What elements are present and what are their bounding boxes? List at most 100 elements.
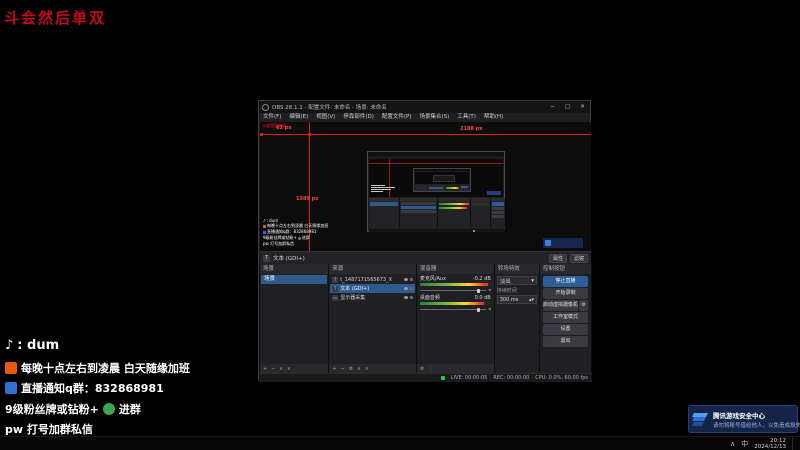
virtual-camera-gear-icon[interactable]: ⚙ <box>579 300 588 311</box>
volume-meter <box>420 302 491 305</box>
duration-label: 持续时间 <box>497 287 537 294</box>
captured-obs-window-level2 <box>413 168 471 192</box>
captured-titlebar-level2 <box>414 169 470 171</box>
menu-file[interactable]: 文件(F) <box>259 113 285 122</box>
add-source-button[interactable]: + <box>332 366 336 372</box>
mixer-channel: 麦克风/Aux -0.2 dB ◄ <box>420 276 491 292</box>
taskbar-clock[interactable]: 20:12 2024/12/13 <box>754 438 786 450</box>
lock-icon[interactable] <box>410 296 413 299</box>
desktop: 斗会然后单双 ♪ : dum 每晚十点左右到凌晨 白天随缘加班 直播通知q群：8… <box>0 0 800 450</box>
mixer-gear-icon[interactable]: ⚙ <box>420 366 424 372</box>
preview-canvas[interactable]: 斗会然后单双 62 px 2188 px 1389 px <box>260 122 591 251</box>
selected-source-name: 文本 (GDI+) <box>273 254 305 262</box>
transform-handle[interactable] <box>308 133 311 136</box>
source-properties-gear-icon[interactable]: ⚙ <box>349 366 353 372</box>
transform-handle[interactable] <box>260 133 263 136</box>
transition-select[interactable]: 淡出 ▾ <box>497 276 537 285</box>
channel-name: 桌面音频 <box>420 295 440 301</box>
visibility-eye-icon[interactable] <box>404 278 408 281</box>
source-type-icon: T <box>332 277 338 283</box>
mixer-dock-title: 混音器 <box>417 264 494 274</box>
overlay-schedule-line: 每晚十点左右到凌晨 白天随缘加班 <box>5 360 190 376</box>
stop-streaming-button[interactable]: 停止直播 <box>543 276 588 287</box>
lock-icon[interactable] <box>410 287 413 290</box>
overlay-music-handle: : dum <box>17 338 59 353</box>
exit-button[interactable]: 退出 <box>543 336 588 347</box>
captured-panel <box>460 185 469 191</box>
settings-button[interactable]: 设置 <box>543 324 588 335</box>
scene-up-button[interactable]: ∧ <box>279 366 283 372</box>
offset-measure-label: 62 px <box>276 125 292 131</box>
source-type-icon: ▭ <box>332 295 338 301</box>
close-button[interactable]: ✕ <box>575 101 590 113</box>
menu-help[interactable]: 帮助(H) <box>480 113 507 122</box>
captured-overlay-text-bars <box>371 185 395 193</box>
toast-title: 腾讯游戏安全中心 <box>713 410 800 420</box>
studio-mode-button[interactable]: 工作室模式 <box>543 312 588 323</box>
tencent-logo-icon <box>693 413 709 426</box>
remove-scene-button[interactable]: − <box>271 366 275 372</box>
source-up-button[interactable]: ∧ <box>357 366 361 372</box>
source-item[interactable]: T t_1487171565673_X <box>330 275 415 284</box>
captured-scenes-panel <box>369 198 399 228</box>
scene-item[interactable]: 场景 <box>261 275 327 284</box>
show-desktop-button[interactable] <box>792 437 795 450</box>
duration-spinner[interactable]: 300 ms ▴▾ <box>497 295 537 304</box>
overlay-fans-line: 9级粉丝牌或钻粉+ 进群 <box>5 401 141 417</box>
tencent-security-toast[interactable]: 腾讯游戏安全中心 请勿将账号借给他人，以免造成损失 <box>688 405 798 433</box>
captured-meter <box>446 187 459 189</box>
menu-scene-collection[interactable]: 场景集合(S) <box>415 113 453 122</box>
start-virtual-camera-button[interactable]: 启动虚拟摄像机 <box>543 300 578 311</box>
visibility-eye-icon[interactable] <box>404 296 408 299</box>
sources-dock-title: 来源 <box>329 264 416 274</box>
speaker-icon[interactable]: ◄ <box>488 288 491 292</box>
obs-logo-icon <box>262 104 269 111</box>
lock-icon[interactable] <box>410 278 413 281</box>
obs-menubar: 文件(F) 编辑(E) 视图(V) 停靠部件(D) 配置文件(P) 场景集合(S… <box>259 113 590 122</box>
visibility-eye-icon[interactable] <box>404 287 408 290</box>
obs-titlebar[interactable]: OBS 28.1.1 - 配置文件: 未命名 - 场景: 未命名 ─ □ ✕ <box>259 101 590 113</box>
properties-button[interactable]: 属性 <box>549 254 567 263</box>
ime-indicator[interactable]: 中 <box>741 437 748 450</box>
overlay-fans-prefix: 9级粉丝牌或钻粉+ <box>5 401 99 417</box>
text-source-icon: T <box>263 255 270 262</box>
mixer-more-icon[interactable]: ⋮ <box>428 366 433 372</box>
volume-slider[interactable] <box>420 290 486 291</box>
captured-guide-h <box>369 163 503 164</box>
sources-dock: 来源 T t_1487171565673_X T 文本 (GDI+) <box>329 264 416 373</box>
live-timer: LIVE: 00:00:05 <box>451 375 488 381</box>
remove-source-button[interactable]: − <box>340 366 344 372</box>
captured-panel <box>428 185 445 191</box>
source-item[interactable]: T 文本 (GDI+) <box>330 284 415 293</box>
captured-preview-level2 <box>415 172 469 184</box>
music-note-icon: ♪ <box>5 338 13 353</box>
source-down-button[interactable]: ∨ <box>365 366 369 372</box>
source-item[interactable]: ▭ 显示器采集 <box>330 293 415 302</box>
spinner-arrows-icon[interactable]: ▴▾ <box>529 297 534 303</box>
scene-down-button[interactable]: ∨ <box>287 366 291 372</box>
captured-obs-window <box>367 151 505 232</box>
menu-view[interactable]: 视图(V) <box>312 113 339 122</box>
minimize-button[interactable]: ─ <box>545 101 560 113</box>
menu-profile[interactable]: 配置文件(P) <box>378 113 416 122</box>
add-scene-button[interactable]: + <box>263 366 267 372</box>
dock-area: 场景 场景 + − ∧ ∨ 来源 T t_1487171565673_X <box>259 264 592 373</box>
menu-docks[interactable]: 停靠部件(D) <box>339 113 378 122</box>
taskbar: ∧ 中 20:12 2024/12/13 <box>0 436 800 450</box>
menu-edit[interactable]: 编辑(E) <box>285 113 312 122</box>
filters-button[interactable]: 滤镜 <box>570 254 588 263</box>
source-type-icon: T <box>332 286 338 292</box>
overlay-group-line: 直播通知q群：832868981 <box>5 380 164 396</box>
maximize-button[interactable]: □ <box>560 101 575 113</box>
controls-dock-title: 控制按钮 <box>540 264 591 274</box>
speaker-icon[interactable]: ◄ <box>488 307 491 311</box>
transitions-dock: 转场特效 淡出 ▾ 持续时间 300 ms ▴▾ <box>495 264 539 373</box>
captured-overlay-lines: ♪: dum 每晚十点左右到凌晨 白天随缘加班 直播通知q群：832868981… <box>263 217 328 247</box>
start-recording-button[interactable]: 开始录制 <box>543 288 588 299</box>
volume-slider[interactable] <box>420 309 486 310</box>
menu-tools[interactable]: 工具(T) <box>453 113 480 122</box>
stream-title-text: 斗会然后单双 <box>4 7 106 28</box>
channel-name: 麦克风/Aux <box>420 276 446 282</box>
captured-contact-text: pw 打号加群私信 <box>263 241 294 247</box>
tray-expand-icon[interactable]: ∧ <box>730 437 735 450</box>
